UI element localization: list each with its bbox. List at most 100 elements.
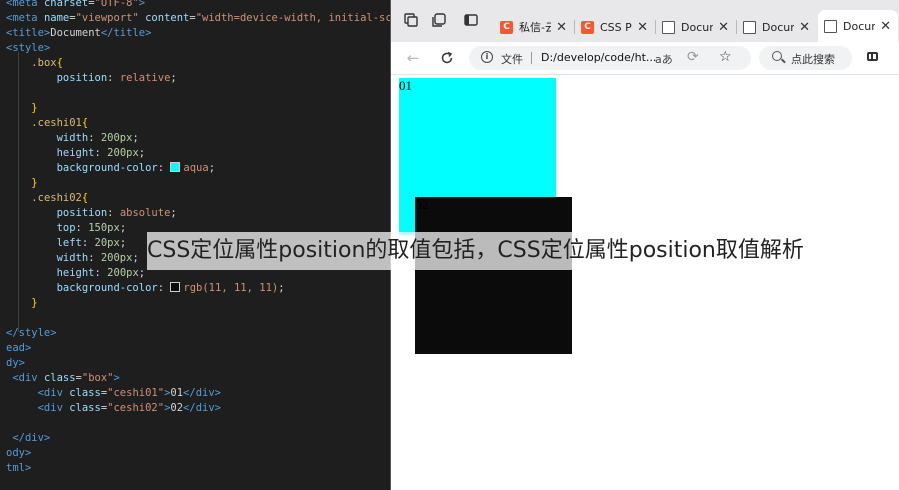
back-arrow-icon[interactable]: ← [403, 48, 423, 68]
code-line: <meta name="viewport" content="width=dev… [6, 11, 390, 26]
read-aloud-icon[interactable]: aあ [655, 51, 673, 67]
code-token: left [56, 237, 82, 249]
code-token: class [43, 372, 76, 384]
code-token: { [56, 57, 63, 69]
code-token: </style> [6, 327, 57, 339]
search-box[interactable]: 点此搜索 [759, 46, 852, 70]
code-line: ead> [6, 341, 31, 356]
code-token: class [69, 387, 101, 399]
code-line: height: 200px; [6, 146, 146, 161]
close-icon[interactable]: ✕ [718, 20, 729, 35]
code-token: position [56, 72, 108, 84]
code-token: : [88, 132, 101, 144]
code-token: width [56, 132, 89, 144]
tab-0[interactable]: C 私信-云 ✕ [494, 12, 574, 42]
tab-label: CSS Po [600, 20, 632, 34]
code-token: > [138, 0, 146, 9]
code-token: ; [278, 282, 285, 294]
code-token: background-color [56, 282, 158, 294]
code-token: ; [138, 147, 146, 159]
close-icon[interactable]: ✕ [880, 19, 891, 34]
code-token: Document [50, 27, 101, 39]
divider [531, 52, 532, 64]
code-line: <style> [6, 41, 50, 56]
code-token: 200px [107, 147, 139, 159]
code-line: background-color: aqua; [6, 161, 215, 176]
tab-4-active[interactable]: Docum ✕ [818, 10, 898, 42]
favorite-star-icon[interactable]: ☆ [719, 49, 732, 65]
tab-actions-icon[interactable] [463, 13, 479, 29]
code-token: <div [37, 387, 70, 399]
code-line: <div class="box"> [6, 371, 119, 386]
code-token: <div [12, 372, 44, 384]
code-line: </style> [6, 326, 57, 341]
tab-2[interactable]: Docum ✕ [656, 12, 736, 42]
code-token: "width=device-width, initial-scale [195, 12, 390, 24]
url-text[interactable]: D:/develop/code/ht... [541, 51, 661, 64]
document-icon [824, 19, 837, 33]
code-token: 150px [88, 222, 120, 234]
code-token: : [107, 207, 120, 219]
code-token: 200px [100, 252, 133, 264]
box1-text: 01 [399, 78, 412, 93]
document-icon [743, 20, 756, 34]
code-token: content [145, 12, 190, 24]
code-token: 200px [100, 132, 133, 144]
code-line: .box{ [6, 56, 63, 71]
code-token: .box [31, 57, 57, 69]
code-token: ; [170, 72, 177, 84]
code-token: ody> [6, 447, 32, 459]
code-token: } [31, 177, 38, 189]
code-token: : [94, 147, 108, 159]
code-token: } [31, 297, 38, 309]
page-viewport: 01 02 [391, 75, 899, 490]
code-token: aqua [183, 162, 209, 174]
code-line: background-color: rgb(11, 11, 11); [6, 281, 285, 296]
close-icon[interactable]: ✕ [637, 20, 648, 35]
code-token: : [81, 237, 95, 249]
article-caption: CSS定位属性position的取值包括，CSS定位属性position取值解析 [147, 232, 810, 270]
code-token: <meta [6, 12, 44, 24]
code-line: dy> [6, 356, 25, 371]
close-icon[interactable]: ✕ [556, 20, 567, 35]
code-token: charset [43, 0, 89, 9]
code-token: ; [132, 252, 139, 264]
refresh-icon[interactable] [437, 48, 457, 68]
code-line: .ceshi01{ [6, 116, 88, 131]
code-line: ody> [6, 446, 31, 461]
extensions-icon[interactable] [865, 49, 881, 65]
workspaces-icon[interactable] [403, 13, 419, 29]
code-line: width: 200px; [6, 131, 139, 146]
code-token: "box" [81, 372, 114, 384]
tab-label: 私信-云 [519, 21, 551, 34]
tab-1[interactable]: C CSS Po ✕ [575, 12, 655, 42]
info-icon[interactable]: i [481, 51, 493, 63]
tab-label: Docum [681, 20, 713, 34]
code-line: <meta charset="UTF-8"> [6, 0, 145, 11]
extension-icon[interactable]: ⟳ [687, 49, 699, 65]
tab-3[interactable]: Docum ✕ [737, 12, 817, 42]
tab-label: Docum [762, 20, 794, 34]
close-icon[interactable]: ✕ [799, 20, 810, 35]
csdn-logo-icon: C [581, 20, 594, 34]
code-token: ; [208, 162, 216, 174]
code-token: "ceshi02" [107, 402, 165, 414]
color-swatch-icon[interactable] [170, 282, 181, 292]
code-token: 01 [170, 387, 184, 399]
color-swatch-icon[interactable] [170, 162, 181, 172]
code-token: height [56, 147, 95, 159]
address-bar[interactable]: i 文件 D:/develop/code/ht... aあ ⟳ ☆ [469, 46, 751, 70]
code-token: .ceshi02 [31, 192, 82, 204]
code-token: height [56, 267, 95, 279]
copy-tabs-icon[interactable] [431, 13, 447, 29]
code-line: position: absolute; [6, 206, 177, 221]
code-token: dy> [6, 357, 25, 369]
